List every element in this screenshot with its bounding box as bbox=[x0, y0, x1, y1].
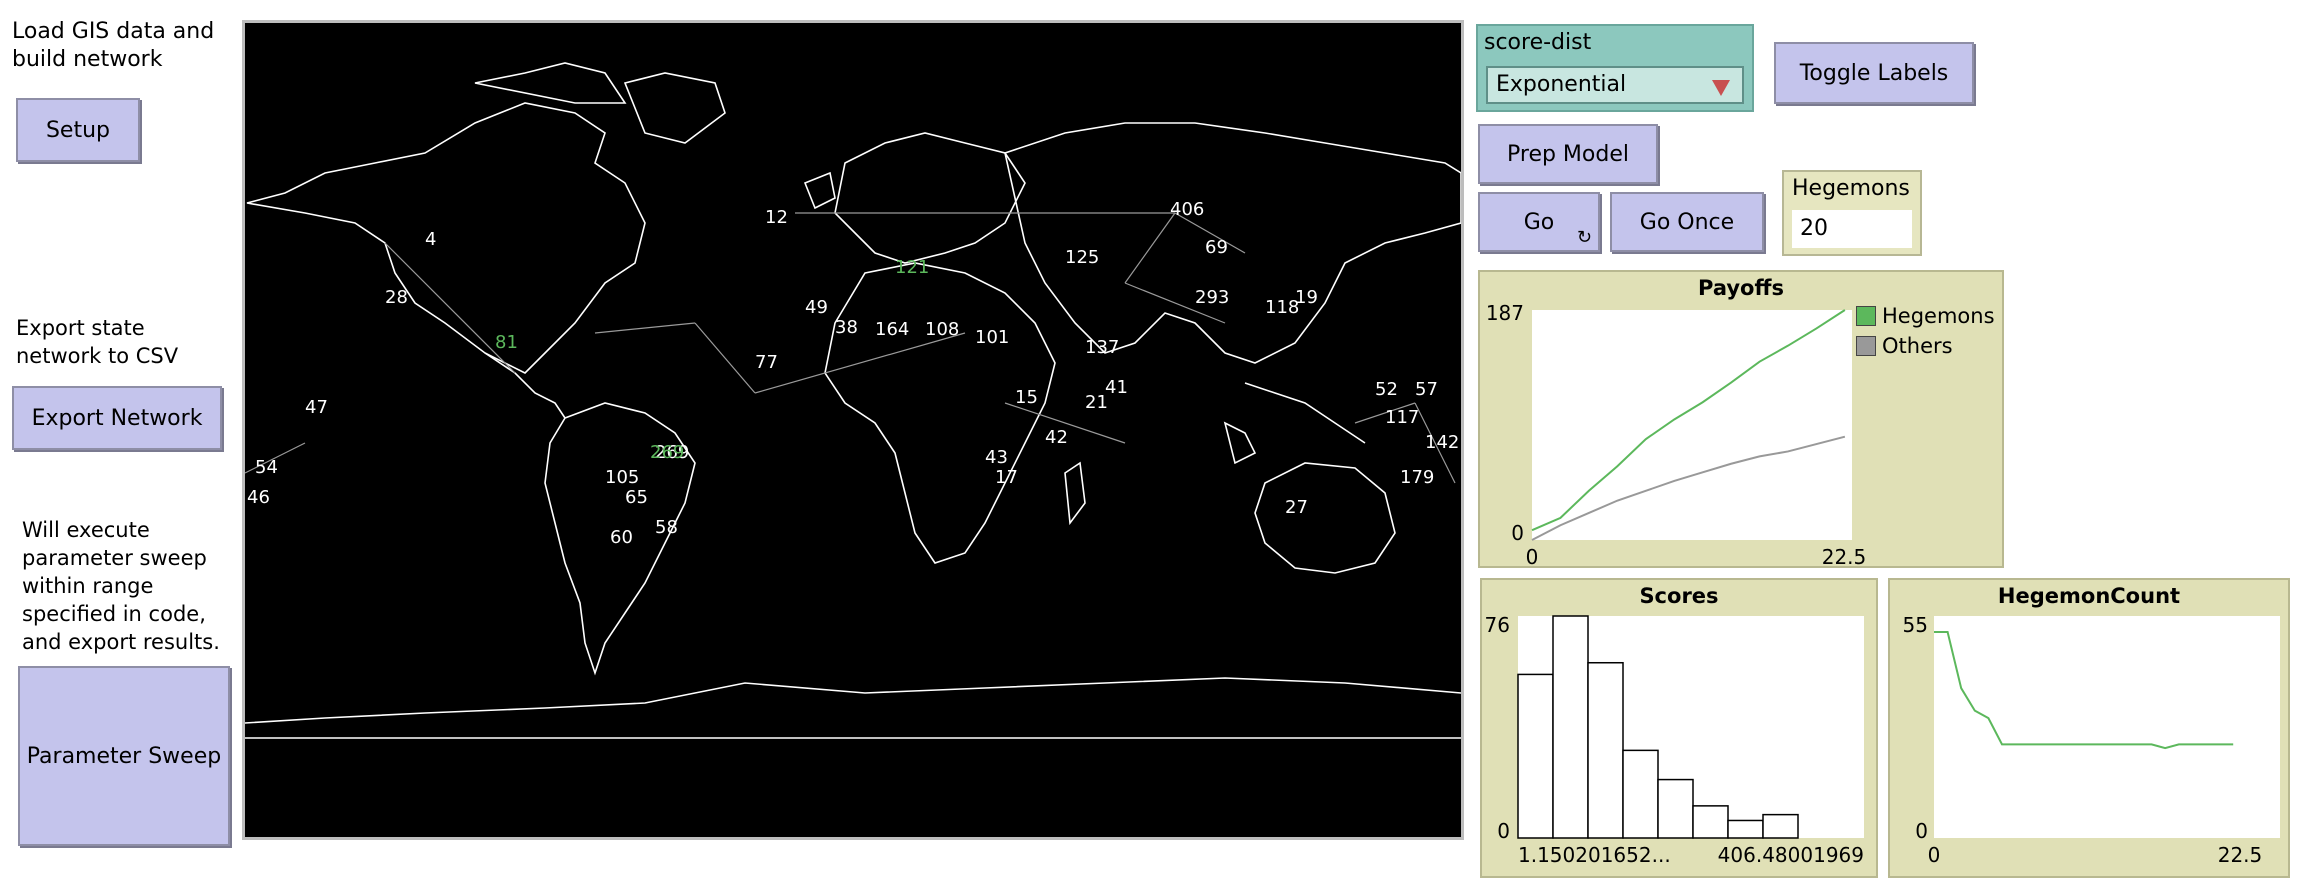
load-gis-note: Load GIS data and build network bbox=[12, 19, 222, 72]
chooser-value: Exponential bbox=[1496, 72, 1627, 97]
node-label: 118 bbox=[1265, 297, 1299, 318]
node-label: 406 bbox=[1170, 199, 1204, 220]
histogram-bar bbox=[1762, 813, 1799, 839]
parameter-sweep-button[interactable]: Parameter Sweep bbox=[18, 666, 230, 846]
histogram-bar bbox=[1727, 819, 1764, 839]
y-tick-label: 76 bbox=[1485, 613, 1510, 637]
node-label: 27 bbox=[1285, 497, 1308, 518]
node-label: 17 bbox=[995, 467, 1018, 488]
y-tick-label: 187 bbox=[1486, 301, 1524, 325]
x-tick-label: 406.48001969 bbox=[1718, 843, 1864, 867]
monitor-value: 20 bbox=[1792, 210, 1912, 248]
node-label: 69 bbox=[1205, 237, 1228, 258]
node-label: 142 bbox=[1425, 432, 1459, 453]
node-label: 42 bbox=[1045, 427, 1068, 448]
x-tick-label: 0 bbox=[1526, 545, 1539, 569]
node-label: 49 bbox=[805, 297, 828, 318]
legend-item: Hegemons bbox=[1856, 304, 1995, 328]
histogram-bar bbox=[1622, 749, 1659, 839]
node-label: 58 bbox=[655, 517, 678, 538]
y-tick-label: 0 bbox=[1915, 819, 1928, 843]
node-label: 52 bbox=[1375, 379, 1398, 400]
setup-button[interactable]: Setup bbox=[16, 98, 140, 162]
x-tick-label: 22.5 bbox=[2218, 843, 2263, 867]
prep-model-button[interactable]: Prep Model bbox=[1478, 124, 1658, 184]
histogram-bar bbox=[1587, 661, 1624, 839]
node-label: 12 bbox=[765, 207, 788, 228]
node-label: 60 bbox=[610, 527, 633, 548]
node-label: 164 bbox=[875, 319, 909, 340]
histogram-bar bbox=[1692, 805, 1729, 839]
export-network-button[interactable]: Export Network bbox=[12, 386, 222, 450]
node-label: 137 bbox=[1085, 337, 1119, 358]
parameter-sweep-note: Will execute parameter sweep within rang… bbox=[22, 518, 220, 654]
legend-label: Others bbox=[1882, 334, 1953, 358]
hegemon-label: 81 bbox=[495, 332, 518, 353]
y-tick-label: 0 bbox=[1497, 819, 1510, 843]
scores-plot: Scores 76 0 1.150201652... 406.48001969 bbox=[1480, 578, 1878, 878]
node-label: 108 bbox=[925, 319, 959, 340]
chooser-label: score-dist bbox=[1484, 30, 1592, 55]
plot-area bbox=[1934, 616, 2280, 838]
node-label: 117 bbox=[1385, 407, 1419, 428]
node-label: 105 bbox=[605, 467, 639, 488]
hegemoncount-chart: 55 00 22.5 bbox=[1903, 613, 2280, 867]
monitor-label: Hegemons bbox=[1792, 176, 1910, 201]
node-label: 15 bbox=[1015, 387, 1038, 408]
chooser-select[interactable]: Exponential bbox=[1486, 66, 1744, 104]
score-dist-chooser[interactable]: score-dist Exponential bbox=[1476, 24, 1754, 112]
network-node-labels: 4 28 406 69 293 125 42 21 41 27 52 57 11… bbox=[247, 199, 1459, 548]
hegemons-monitor: Hegemons 20 bbox=[1782, 170, 1922, 256]
node-label: 77 bbox=[755, 352, 778, 373]
go-button[interactable]: Go ↻ bbox=[1478, 192, 1600, 252]
node-label: 65 bbox=[625, 487, 648, 508]
node-label: 47 bbox=[305, 397, 328, 418]
node-label: 46 bbox=[247, 487, 270, 508]
hegemons-swatch bbox=[1856, 306, 1876, 326]
hegemon-label: 269 bbox=[650, 442, 684, 463]
payoffs-plot: Payoffs 187 0 0 22.5 Hegemons Others bbox=[1478, 270, 2004, 569]
x-tick-label: 0 bbox=[1928, 843, 1941, 867]
coastlines bbox=[244, 62, 1462, 739]
forever-icon: ↻ bbox=[1576, 227, 1592, 248]
node-label: 57 bbox=[1415, 379, 1438, 400]
y-tick-label: 55 bbox=[1903, 613, 1928, 637]
y-tick-label: 0 bbox=[1511, 521, 1524, 545]
toggle-labels-button[interactable]: Toggle Labels bbox=[1774, 42, 1974, 104]
network-edges bbox=[244, 212, 1456, 484]
node-label: 125 bbox=[1065, 247, 1099, 268]
go-label: Go bbox=[1523, 209, 1555, 235]
world-view[interactable]: 4 28 406 69 293 125 42 21 41 27 52 57 11… bbox=[242, 20, 1464, 840]
histogram-bar bbox=[1517, 673, 1554, 839]
go-once-button[interactable]: Go Once bbox=[1610, 192, 1764, 252]
x-tick-label: 1.150201652... bbox=[1518, 843, 1671, 867]
node-label: 293 bbox=[1195, 287, 1229, 308]
world-map: 4 28 406 69 293 125 42 21 41 27 52 57 11… bbox=[244, 62, 1462, 739]
hegemon-label: 121 bbox=[895, 257, 929, 278]
payoffs-legend: Hegemons Others bbox=[1856, 304, 1995, 358]
node-label: 38 bbox=[835, 317, 858, 338]
node-label: 54 bbox=[255, 457, 278, 478]
node-label: 179 bbox=[1400, 467, 1434, 488]
histogram-bar bbox=[1552, 615, 1589, 839]
scores-chart: 76 0 1.150201652... 406.48001969 bbox=[1485, 613, 1864, 867]
legend-item: Others bbox=[1856, 334, 1995, 358]
node-label: 4 bbox=[425, 229, 436, 250]
chevron-down-icon bbox=[1712, 80, 1730, 96]
node-label: 41 bbox=[1105, 377, 1128, 398]
plot-area bbox=[1532, 310, 1852, 540]
hegemon-node-labels: 81 121 269 bbox=[495, 257, 929, 463]
x-tick-label: 22.5 bbox=[1822, 545, 1867, 569]
histogram-bar bbox=[1657, 778, 1694, 839]
legend-label: Hegemons bbox=[1882, 304, 1995, 328]
node-label: 101 bbox=[975, 327, 1009, 348]
export-network-note: Export state network to CSV bbox=[16, 316, 179, 368]
node-label: 43 bbox=[985, 447, 1008, 468]
others-swatch bbox=[1856, 336, 1876, 356]
node-label: 28 bbox=[385, 287, 408, 308]
hegemoncount-plot: HegemonCount 55 0 0 22.5 bbox=[1888, 578, 2290, 878]
